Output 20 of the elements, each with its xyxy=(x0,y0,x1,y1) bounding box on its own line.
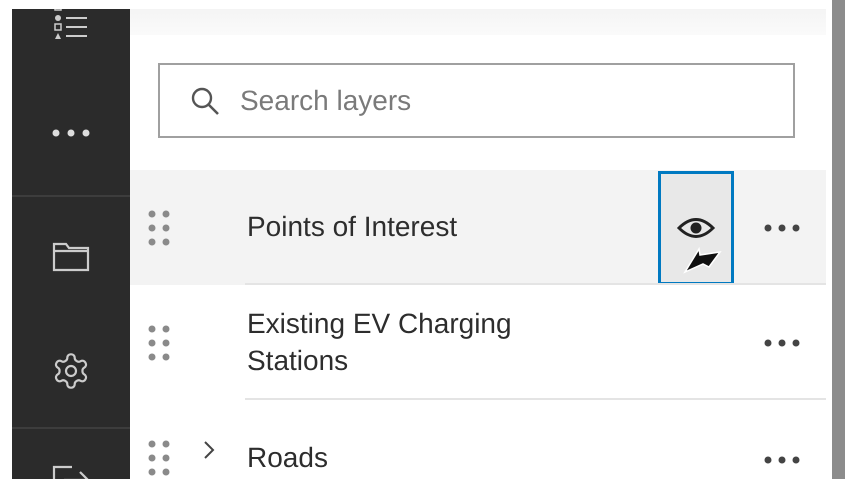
scrollbar[interactable] xyxy=(832,0,845,479)
layer-name: Points of Interest xyxy=(247,210,458,244)
layer-row[interactable]: Points of Interest xyxy=(130,170,826,285)
drag-handle-icon[interactable] xyxy=(148,440,170,476)
layer-name: Existing EV Charging Stations xyxy=(247,306,513,378)
ellipsis-icon xyxy=(764,224,800,232)
drag-handle-icon[interactable] xyxy=(148,210,170,246)
cursor-icon xyxy=(683,246,723,274)
chevron-icon[interactable] xyxy=(202,440,214,460)
layer-name: Roads xyxy=(247,441,329,475)
search-icon xyxy=(190,86,220,116)
visibility-button[interactable] xyxy=(658,170,734,284)
eye-icon xyxy=(677,216,715,238)
ellipsis-icon xyxy=(52,128,90,136)
ellipsis-icon xyxy=(764,456,800,464)
drag-handle-icon[interactable] xyxy=(148,324,170,360)
search-field[interactable]: Search layers xyxy=(158,63,795,138)
layer-list-icon[interactable] xyxy=(53,9,89,41)
ellipsis-icon xyxy=(764,338,800,346)
search-input[interactable]: Search layers xyxy=(238,84,742,118)
